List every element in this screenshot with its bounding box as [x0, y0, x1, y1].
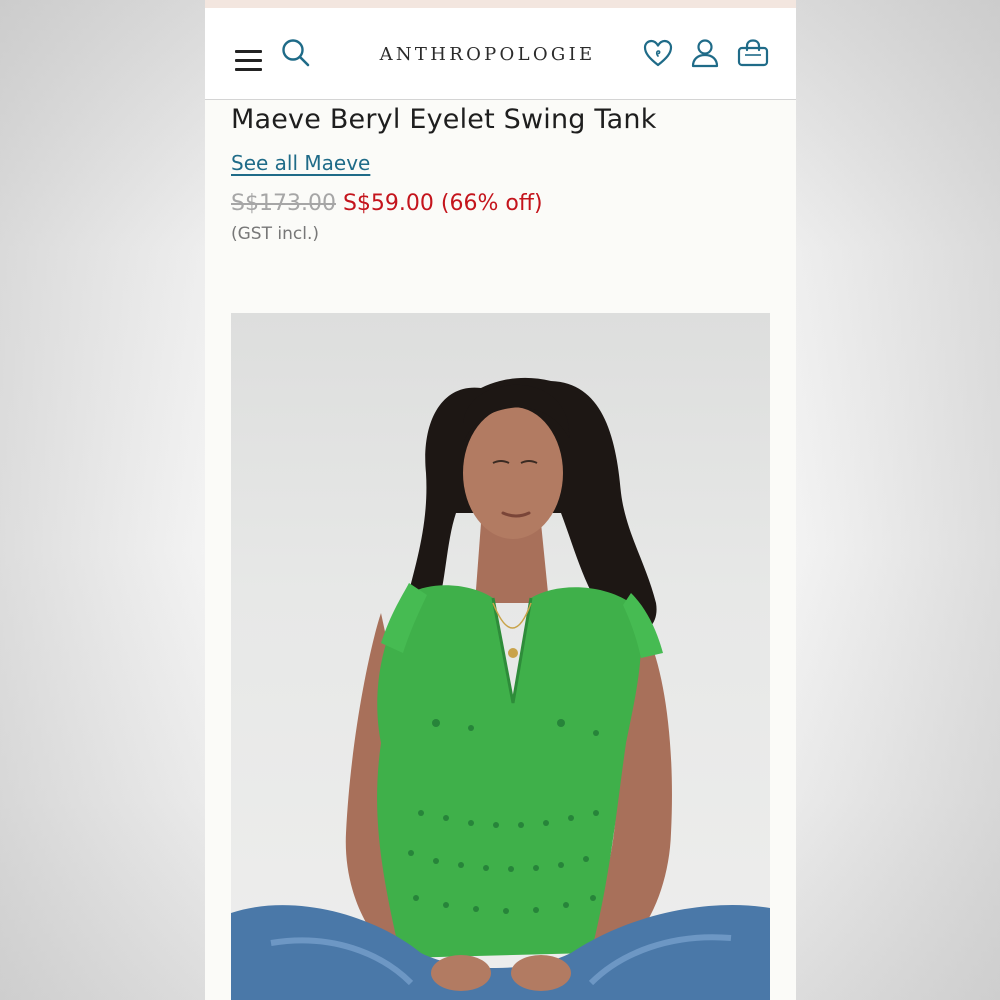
site-header: ANTHROPOLOGIE: [205, 8, 796, 100]
brand-logo[interactable]: ANTHROPOLOGIE: [365, 44, 610, 65]
model-illustration: [231, 377, 770, 1000]
sale-price: S$59.00: [342, 191, 434, 216]
heart-icon[interactable]: [643, 38, 673, 68]
tax-note: (GST incl.): [231, 224, 319, 244]
menu-icon[interactable]: [235, 50, 262, 72]
search-icon[interactable]: [281, 38, 311, 68]
see-all-brand-link[interactable]: See all Maeve: [231, 151, 370, 175]
background-shade-left: [0, 0, 205, 1000]
discount-label: (66% off): [440, 191, 543, 216]
phone-screen: ANTHROPOLOGIE Maeve Beryl Eyelet Swing T…: [205, 0, 796, 1000]
product-image[interactable]: [231, 313, 770, 1000]
account-icon[interactable]: [690, 38, 720, 68]
price-row: S$173.00 S$59.00 (66% off): [231, 191, 770, 216]
product-title: Maeve Beryl Eyelet Swing Tank: [231, 104, 657, 135]
bag-icon[interactable]: [737, 38, 769, 68]
original-price: S$173.00: [231, 191, 336, 216]
product-info: Maeve Beryl Eyelet Swing Tank See all Ma…: [205, 104, 796, 244]
promo-strip: [205, 0, 796, 8]
background-shade-right: [795, 0, 1000, 1000]
